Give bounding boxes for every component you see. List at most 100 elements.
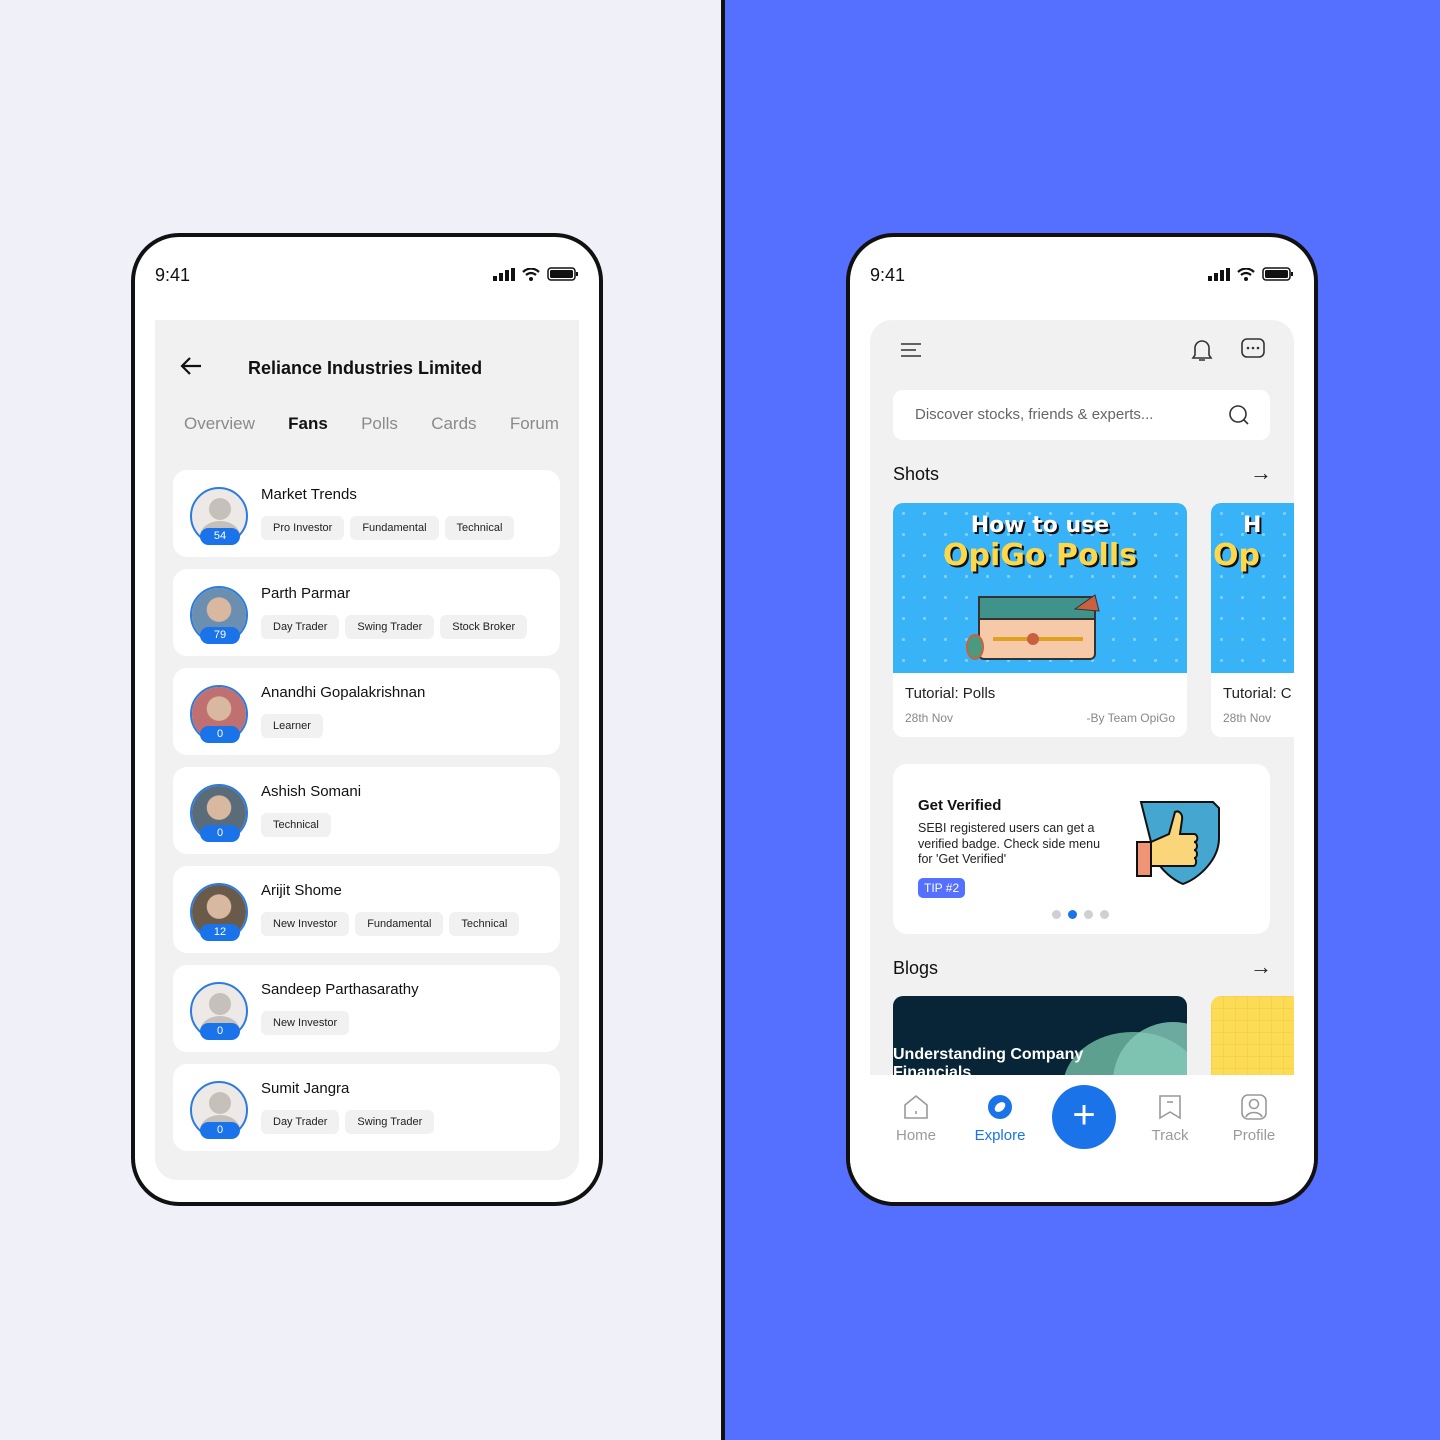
fan-name: Market Trends [261, 486, 357, 503]
status-icons [1208, 267, 1294, 281]
fan-count-badge: 79 [200, 627, 240, 644]
explore-panel: Discover stocks, friends & experts... Sh… [870, 320, 1294, 1075]
wifi-icon [1237, 267, 1255, 281]
fan-tag: New Investor [261, 1011, 350, 1035]
fan-count-badge: 0 [200, 1122, 240, 1139]
nav-profile[interactable]: Profile [1214, 1093, 1294, 1144]
shot-date: 28th Nov [905, 711, 954, 725]
thumb-line2: OpiGo Polls [943, 538, 1137, 573]
tab-cards[interactable]: Cards [431, 414, 476, 434]
shot-thumbnail: H Op [1211, 503, 1294, 673]
nav-explore[interactable]: Explore [960, 1093, 1040, 1144]
carousel-dot[interactable] [1068, 910, 1077, 919]
divider [721, 0, 725, 1440]
nav-track-label: Track [1151, 1127, 1189, 1144]
fans-panel: Reliance Industries Limited Overview Fan… [155, 320, 579, 1180]
fan-tag: Fundamental [355, 912, 444, 936]
thumb-line1: How to use [970, 513, 1110, 538]
menu-icon[interactable] [900, 342, 922, 358]
fan-name: Sumit Jangra [261, 1080, 350, 1097]
thumb-line2: Op [1213, 538, 1260, 573]
nav-home[interactable]: Home [876, 1093, 956, 1144]
back-arrow-icon[interactable] [179, 356, 203, 376]
fan-tags: New Investor Fundamental Technical [261, 912, 520, 936]
fan-card[interactable]: 79 Parth Parmar Day Trader Swing Trader Stoc… [173, 569, 560, 656]
tip-card[interactable]: Get Verified SEBI registered users can g… [893, 764, 1270, 934]
tab-polls[interactable]: Polls [361, 414, 398, 434]
fan-card[interactable]: 0 Ashish Somani Technical [173, 767, 560, 854]
fan-name: Ashish Somani [261, 783, 362, 800]
fan-card[interactable]: 0 Sumit Jangra Day Trader Swing Trader [173, 1064, 560, 1151]
fan-tags: Pro Investor Fundamental Technical [261, 516, 515, 540]
signal-icon [1208, 267, 1230, 281]
thumb-line1: H [1243, 513, 1262, 538]
fan-name: Parth Parmar [261, 585, 351, 602]
carousel-dot[interactable] [1052, 910, 1061, 919]
carousel-dots [1052, 910, 1109, 919]
carousel-dot[interactable] [1084, 910, 1093, 919]
search-input[interactable]: Discover stocks, friends & experts... [893, 390, 1270, 440]
fan-card[interactable]: 0 Anandhi Gopalakrishnan Learner [173, 668, 560, 755]
fan-count-badge: 12 [200, 924, 240, 941]
fan-tag: Swing Trader [345, 1110, 435, 1134]
fan-tag: Day Trader [261, 615, 340, 639]
status-bar: 9:41 [155, 265, 579, 285]
blog-card[interactable] [1211, 996, 1294, 1075]
bookmark-icon [1159, 1095, 1181, 1120]
nav-explore-label: Explore [974, 1127, 1026, 1144]
shot-card[interactable]: H Op Tutorial: C 28th Nov [1211, 503, 1294, 737]
fan-card[interactable]: 12 Arijit Shome New Investor Fundamental Tec… [173, 866, 560, 953]
nav-home-label: Home [895, 1127, 936, 1144]
nav-profile-label: Profile [1232, 1127, 1276, 1144]
wifi-icon [522, 267, 540, 281]
tab-fans[interactable]: Fans [288, 414, 328, 434]
tab-overview[interactable]: Overview [184, 414, 255, 434]
fan-tags: Day Trader Swing Trader [261, 1110, 435, 1134]
tab-bar: Overview Fans Polls Cards Forum [184, 414, 559, 434]
explore-icon [988, 1095, 1012, 1119]
fan-tag: Stock Broker [440, 615, 528, 639]
shots-heading: Shots [893, 464, 940, 484]
blog-card[interactable]: Understanding Company Financials [893, 996, 1187, 1075]
fan-count-badge: 54 [200, 528, 240, 545]
fan-count-badge: 0 [200, 726, 240, 743]
shot-thumbnail: How to use OpiGo Polls [893, 503, 1187, 673]
page-title: Reliance Industries Limited [248, 358, 483, 378]
profile-icon [1241, 1094, 1267, 1120]
blogs-arrow-icon[interactable]: → [1250, 954, 1272, 980]
fan-name: Sandeep Parthasarathy [261, 981, 419, 998]
fan-tag: Technical [444, 516, 515, 540]
tip-body: SEBI registered users can get a verified… [918, 821, 1101, 866]
shot-card[interactable]: How to use OpiGo Polls Tutorial: Polls 2… [893, 503, 1187, 737]
shot-author: -By Team OpiGo [1086, 711, 1175, 725]
chat-icon[interactable] [1240, 337, 1266, 363]
signal-icon [493, 267, 515, 281]
fan-tag: New Investor [261, 912, 350, 936]
bell-icon[interactable] [1190, 337, 1214, 363]
fan-name: Arijit Shome [261, 882, 342, 899]
fan-tag: Fundamental [350, 516, 439, 540]
status-time: 9:41 [155, 265, 191, 285]
shot-title: Tutorial: Polls [905, 685, 996, 702]
fan-tag: Pro Investor [261, 516, 345, 540]
fan-tag: Day Trader [261, 1110, 340, 1134]
add-button[interactable]: + [1052, 1085, 1116, 1149]
carousel-dot[interactable] [1100, 910, 1109, 919]
tip-title: Get Verified [918, 797, 1002, 814]
fan-tags: New Investor [261, 1011, 350, 1035]
status-bar: 9:41 [870, 265, 1294, 285]
search-icon[interactable] [1228, 404, 1250, 426]
fan-card[interactable]: 54 Market Trends Pro Investor Fundamental Te… [173, 470, 560, 557]
phone-explore-screen: 9:41 Discover stocks, friends & experts.… [846, 233, 1318, 1206]
status-time: 9:41 [870, 265, 906, 285]
tab-forum[interactable]: Forum [510, 414, 559, 434]
fan-card[interactable]: 0 Sandeep Parthasarathy New Investor [173, 965, 560, 1052]
shots-arrow-icon[interactable]: → [1250, 460, 1272, 486]
fan-tag: Technical [449, 912, 520, 936]
fan-tags: Learner [261, 714, 323, 738]
blog-title: Understanding Company Financials [893, 1046, 1084, 1075]
fan-tags: Technical [261, 813, 331, 837]
fan-tag: Technical [261, 813, 331, 837]
fan-count-badge: 0 [200, 825, 240, 842]
nav-track[interactable]: Track [1130, 1093, 1210, 1144]
